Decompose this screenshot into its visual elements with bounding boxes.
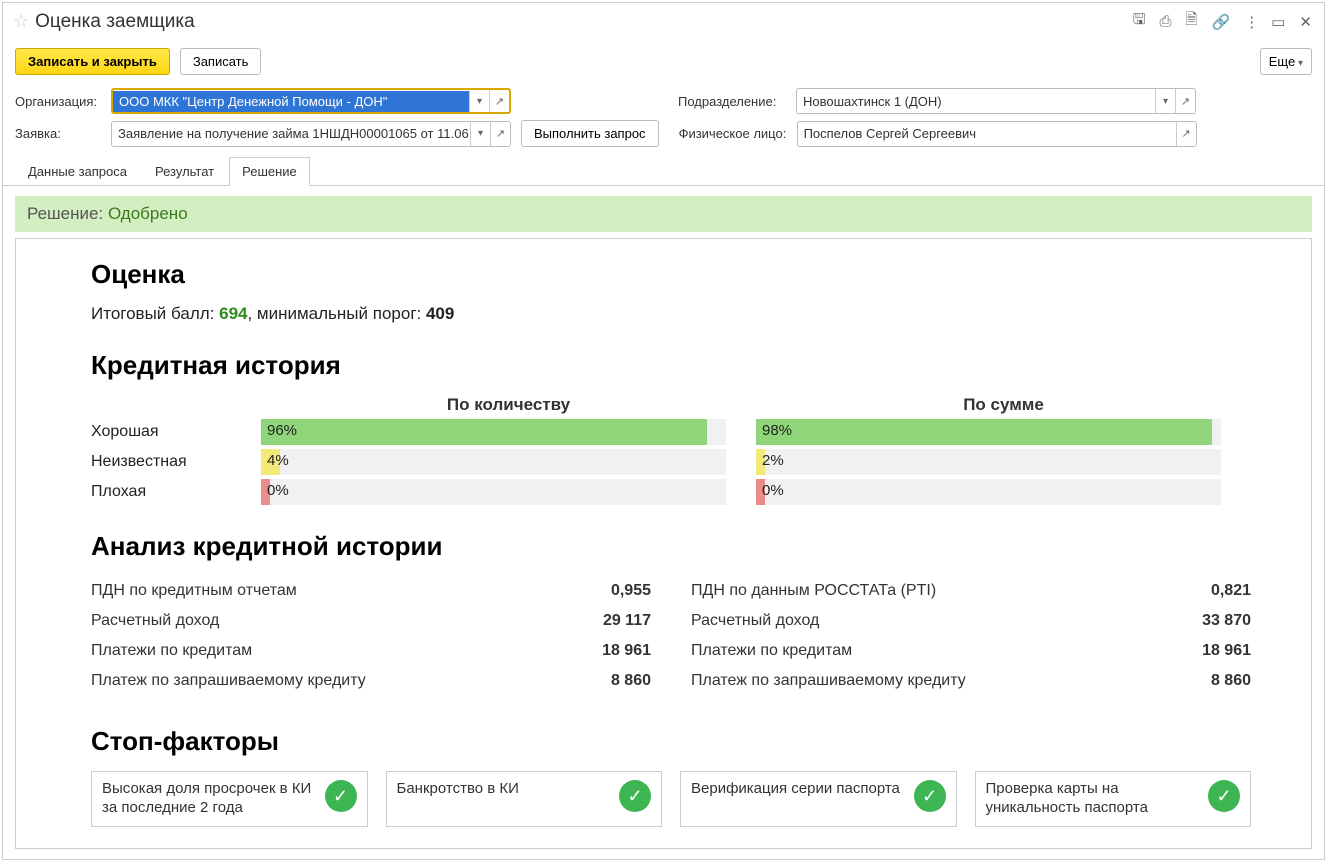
dept-input[interactable]: Новошахтинск 1 (ДОН) ▾ ↗ (796, 88, 1196, 114)
org-label: Организация: (15, 94, 105, 109)
kebab-icon[interactable]: ⋮ (1242, 11, 1259, 33)
history-row-bad: Плохая 0% 0% (91, 479, 1251, 505)
app-value: Заявление на получение займа 1НШДН000010… (112, 123, 470, 144)
stop-factor-card: Верификация серии паспорта ✓ (680, 771, 957, 827)
org-value: ООО МКК "Центр Денежной Помощи - ДОН" (113, 91, 469, 112)
window-controls: 🖫 ⎙ 🗎 🔗 ⋮ ▭ ✕ (1131, 7, 1314, 36)
check-icon: ✓ (1208, 780, 1240, 812)
open-icon[interactable]: ↗ (490, 122, 510, 146)
dropdown-icon[interactable]: ▾ (470, 122, 490, 146)
window-title: Оценка заемщика (35, 11, 1131, 33)
history-heading: Кредитная история (91, 350, 1251, 381)
col-by-sum: По сумме (756, 395, 1251, 415)
score-value: 694 (219, 304, 247, 323)
history-row-unknown: Неизвестная 4% 2% (91, 449, 1251, 475)
window: ☆ Оценка заемщика 🖫 ⎙ 🗎 🔗 ⋮ ▭ ✕ Записать… (2, 2, 1325, 860)
dropdown-icon[interactable]: ▾ (1155, 89, 1175, 113)
person-value: Поспелов Сергей Сергеевич (798, 123, 1176, 144)
tab-request-data[interactable]: Данные запроса (15, 157, 140, 186)
score-threshold: 409 (426, 304, 454, 323)
report-icon[interactable]: 🗎 (1183, 7, 1199, 36)
more-button[interactable]: Еще (1260, 48, 1312, 75)
link-icon[interactable]: 🔗 (1210, 11, 1233, 33)
dept-label: Подразделение: (678, 94, 790, 109)
history-row-good: Хорошая 96% 98% (91, 419, 1251, 445)
open-icon[interactable]: ↗ (1176, 122, 1196, 146)
close-icon[interactable]: ✕ (1297, 11, 1314, 33)
decision-value: Одобрено (108, 204, 188, 223)
org-input[interactable]: ООО МКК "Центр Денежной Помощи - ДОН" ▾ … (111, 88, 511, 114)
stop-factor-card: Высокая доля просрочек в КИ за последние… (91, 771, 368, 827)
check-icon: ✓ (914, 780, 946, 812)
open-icon[interactable]: ↗ (489, 90, 509, 112)
open-icon[interactable]: ↗ (1175, 89, 1195, 113)
stop-factor-card: Банкротство в КИ ✓ (386, 771, 663, 827)
person-input[interactable]: Поспелов Сергей Сергеевич ↗ (797, 121, 1197, 147)
analysis-col-right: ПДН по данным РОССТАТа (PTI)0,821 Расчет… (691, 576, 1251, 696)
history-table: По количеству По сумме Хорошая 96% 98% Н… (91, 395, 1251, 505)
check-icon: ✓ (325, 780, 357, 812)
col-by-count: По количеству (261, 395, 756, 415)
score-heading: Оценка (91, 259, 1251, 290)
person-label: Физическое лицо: (679, 126, 791, 141)
titlebar: ☆ Оценка заемщика 🖫 ⎙ 🗎 🔗 ⋮ ▭ ✕ (3, 3, 1324, 44)
maximize-icon[interactable]: ▭ (1269, 11, 1287, 33)
dropdown-icon[interactable]: ▾ (469, 90, 489, 112)
save-icon[interactable]: 🖫 (1131, 7, 1148, 36)
save-and-close-button[interactable]: Записать и закрыть (15, 48, 170, 75)
analysis-heading: Анализ кредитной истории (91, 531, 1251, 562)
form-row-app: Заявка: Заявление на получение займа 1НШ… (3, 117, 1324, 150)
report-scroll[interactable]: Оценка Итоговый балл: 694, минимальный п… (16, 239, 1311, 848)
tabs: Данные запроса Результат Решение (3, 150, 1324, 186)
run-query-button[interactable]: Выполнить запрос (521, 120, 659, 147)
decision-bar: Решение: Одобрено (15, 196, 1312, 232)
content: Решение: Одобрено Оценка Итоговый балл: … (3, 186, 1324, 859)
print-icon[interactable]: ⎙ (1157, 11, 1173, 32)
stop-factor-card: Проверка карты на уникальность паспорта … (975, 771, 1252, 827)
check-icon: ✓ (619, 780, 651, 812)
analysis-col-left: ПДН по кредитным отчетам0,955 Расчетный … (91, 576, 651, 696)
report-frame: Оценка Итоговый балл: 694, минимальный п… (15, 238, 1312, 849)
dept-value: Новошахтинск 1 (ДОН) (797, 91, 1155, 112)
app-input[interactable]: Заявление на получение займа 1НШДН000010… (111, 121, 511, 147)
form-row-org: Организация: ООО МКК "Центр Денежной Пом… (3, 85, 1324, 117)
app-label: Заявка: (15, 126, 105, 141)
score-line: Итоговый балл: 694, минимальный порог: 4… (91, 304, 1251, 324)
tab-result[interactable]: Результат (142, 157, 227, 186)
toolbar: Записать и закрыть Записать Еще (3, 44, 1324, 85)
stop-heading: Стоп-факторы (91, 726, 1251, 757)
tab-decision[interactable]: Решение (229, 157, 310, 186)
save-button[interactable]: Записать (180, 48, 262, 75)
stop-factors: Высокая доля просрочек в КИ за последние… (91, 771, 1251, 827)
decision-label: Решение: (27, 204, 108, 223)
favorite-icon[interactable]: ☆ (13, 11, 29, 32)
analysis-table: ПДН по кредитным отчетам0,955 Расчетный … (91, 576, 1251, 696)
